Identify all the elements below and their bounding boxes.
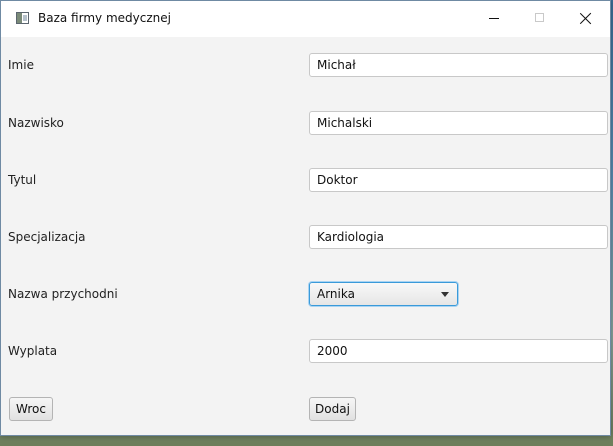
first-name-input[interactable]: Michał <box>309 53 608 77</box>
window-icon <box>16 12 29 24</box>
maximize-icon <box>535 13 544 22</box>
minimize-icon <box>489 18 499 19</box>
window-title: Baza firmy medycznej <box>38 11 171 25</box>
add-button[interactable]: Dodaj <box>309 397 356 421</box>
back-button[interactable]: Wroc <box>9 397 53 421</box>
specialization-label: Specjalizacja <box>8 230 86 244</box>
chevron-down-icon <box>441 292 449 297</box>
last-name-label: Nazwisko <box>8 116 64 130</box>
close-icon <box>580 12 592 24</box>
title-bar[interactable]: Baza firmy medycznej <box>1 1 610 37</box>
maximize-button[interactable] <box>517 1 563 37</box>
last-name-input[interactable]: Michalski <box>309 111 608 135</box>
title-label: Tytul <box>8 173 37 187</box>
clinic-name-label: Nazwa przychodni <box>8 287 118 301</box>
first-name-label: Imie <box>8 58 34 72</box>
salary-label: Wyplata <box>8 344 58 358</box>
close-button[interactable] <box>563 1 609 37</box>
app-window: Baza firmy medycznej Imie Michał Nazwisk… <box>0 0 611 436</box>
clinic-select-value: Arnika <box>317 287 355 301</box>
specialization-input[interactable]: Kardiologia <box>309 225 608 249</box>
minimize-button[interactable] <box>471 1 517 37</box>
clinic-select[interactable]: Arnika <box>309 282 458 306</box>
title-input[interactable]: Doktor <box>309 168 608 192</box>
salary-input[interactable]: 2000 <box>309 339 608 363</box>
